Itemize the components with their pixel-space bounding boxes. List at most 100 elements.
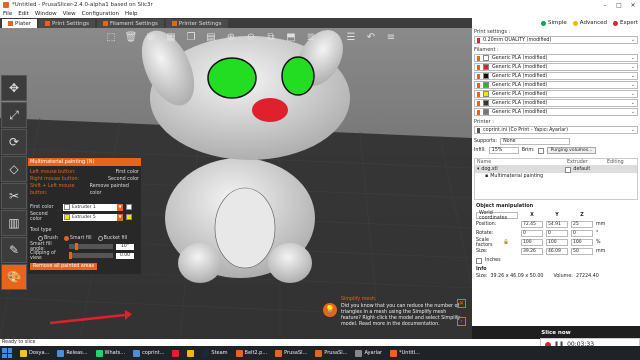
close-hint-button[interactable]: ✕ [457, 299, 466, 308]
tab-print-settings[interactable]: Print Settings [39, 19, 95, 28]
scale-y-input[interactable]: 100 [546, 239, 568, 246]
filament-select[interactable]: Generic PLA (modified) ⌄ [474, 72, 638, 80]
add-button[interactable]: ⬚ [103, 29, 119, 45]
menu-file[interactable]: File [3, 11, 12, 17]
taskbar-item[interactable]: Steam [199, 347, 230, 359]
delete-all-button[interactable]: ▣ [143, 29, 159, 45]
menu-configuration[interactable]: Configuration [82, 11, 119, 17]
taskbar-item[interactable]: PrusaSl... [272, 347, 310, 359]
delete-button[interactable]: 🗑 [123, 29, 139, 45]
tab-printer-settings[interactable]: Printer Settings [165, 19, 228, 28]
taskbar-item[interactable]: Ayarlar [352, 347, 385, 359]
filament-select[interactable]: Generic PLA (modified) ⌄ [474, 54, 638, 62]
scale-z-input[interactable]: 100 [571, 239, 593, 246]
clipping-value[interactable]: 0.00 [116, 252, 134, 259]
multimaterial-painting-tool[interactable]: 🎨 [1, 264, 27, 290]
smart-fill-radio[interactable]: Smart fill [63, 235, 92, 241]
redo-button[interactable]: ≡ [383, 29, 399, 45]
clipping-slider[interactable] [69, 252, 113, 259]
add-instance-button[interactable]: ⊕ [223, 29, 239, 45]
size-z-input[interactable]: 50 [571, 248, 593, 255]
search-button[interactable]: ⌕ [323, 29, 339, 45]
tab-plater[interactable]: Plater [2, 19, 38, 28]
infill-select[interactable]: 15% [488, 147, 519, 154]
taskbar-item[interactable]: Releas... [54, 347, 90, 359]
taskbar-item[interactable]: Dosya... [17, 347, 52, 359]
move-tool[interactable]: ✥ [1, 75, 27, 101]
undo-button[interactable]: ↶ [363, 29, 379, 45]
brim-checkbox[interactable] [537, 147, 544, 154]
variable-layer-button[interactable]: ≣ [303, 29, 319, 45]
rotation-y-input[interactable]: 0 [546, 230, 568, 237]
lock-icon[interactable]: 🔒 [503, 240, 518, 245]
print-profile-select[interactable]: 0.20mm QUALITY (modified) ⌄ [474, 36, 638, 44]
menu-edit[interactable]: Edit [18, 11, 29, 17]
rotation-z-input[interactable]: 0 [571, 230, 593, 237]
close-button[interactable]: ✕ [626, 2, 640, 9]
size-y-input[interactable]: 46.09 [546, 248, 568, 255]
position-z-input[interactable]: 25 [571, 221, 593, 228]
maximize-button[interactable]: □ [612, 2, 626, 9]
cut-tool[interactable]: ✂ [1, 183, 27, 209]
seam-painting-tool[interactable]: ✎ [1, 237, 27, 263]
inches-checkbox[interactable] [476, 257, 482, 264]
filament-select[interactable]: Generic PLA (modified) ⌄ [474, 108, 638, 116]
windows-start-icon[interactable] [2, 348, 12, 358]
scale-tool[interactable]: ⤢ [1, 102, 27, 128]
printer-select[interactable]: coprint.ini (Co Print - Yapıcı Ayarlar) ⌄ [474, 126, 638, 134]
taskbar-item[interactable]: *Untitl... [387, 347, 423, 359]
first-color-picker[interactable] [126, 204, 132, 210]
expand-icon[interactable]: ▾ [477, 167, 479, 172]
arrange-button[interactable]: ▦ [163, 29, 179, 45]
taskbar-item[interactable]: Whats... [93, 347, 129, 359]
menu-view[interactable]: View [63, 11, 76, 17]
smart-fill-angle-value[interactable]: 10° [116, 243, 134, 250]
bucket-fill-radio[interactable]: Bucket fill [97, 235, 127, 241]
split-objects-button[interactable]: ⧉ [263, 29, 279, 45]
taskbar-item[interactable]: PrusaSl... [312, 347, 350, 359]
scale-x-input[interactable]: 100 [521, 239, 543, 246]
mode-simple[interactable]: Simple [541, 20, 567, 26]
filament-select[interactable]: Generic PLA (modified) ⌄ [474, 90, 638, 98]
next-hint-button[interactable]: › [457, 317, 466, 326]
position-x-input[interactable]: 72.45 [521, 221, 543, 228]
taskbar-item[interactable]: coprint... [130, 347, 167, 359]
first-color-select[interactable]: Extruder 1 ▼ [63, 203, 123, 211]
remove-painted-button[interactable]: Remove all painted areas [30, 263, 98, 270]
second-color-picker[interactable] [126, 214, 132, 220]
size-x-input[interactable]: 39.26 [521, 248, 543, 255]
mode-expert[interactable]: Expert [612, 20, 638, 26]
filament-select[interactable]: Generic PLA (modified) ⌄ [474, 81, 638, 89]
purging-volumes-button[interactable]: Purging volumes... [546, 147, 597, 154]
minimize-button[interactable]: – [598, 2, 612, 9]
coordinate-system-select[interactable]: World coordinates [476, 211, 518, 221]
copy-button[interactable]: ❐ [183, 29, 199, 45]
place-on-face-tool[interactable]: ◇ [1, 156, 27, 182]
object-row[interactable]: ▪ Multimaterial painting [475, 173, 637, 180]
brush-radio[interactable]: Brush [38, 235, 58, 241]
filament-select[interactable]: Generic PLA (modified) ⌄ [474, 63, 638, 71]
remove-instance-button[interactable]: ⊖ [243, 29, 259, 45]
3d-viewport[interactable]: ⬚ 🗑 ▣ ▦ ❐ ▤ ⊕ ⊖ ⧉ ⬒ ≣ ⌕ ☰ ↶ ≡ ✥ ⤢ ⟳ ◇ ✂ … [0, 28, 472, 339]
rotation-x-input[interactable]: 0 [521, 230, 543, 237]
position-y-input[interactable]: 54.91 [546, 221, 568, 228]
rotate-tool[interactable]: ⟳ [1, 129, 27, 155]
object-row[interactable]: ▾ dog.stl default [475, 166, 637, 173]
object-extruder[interactable]: default [573, 167, 590, 172]
mode-advanced[interactable]: Advanced [572, 20, 607, 26]
paste-button[interactable]: ▤ [203, 29, 219, 45]
slider-handle[interactable] [69, 252, 72, 259]
filament-select[interactable]: Generic PLA (modified) ⌄ [474, 99, 638, 107]
taskbar-item[interactable] [169, 347, 182, 359]
menu-window[interactable]: Window [35, 11, 57, 17]
taskbar-item[interactable]: Belt2.p... [233, 347, 271, 359]
tab-filament-settings[interactable]: Filament Settings [97, 19, 164, 28]
taskbar-item[interactable] [184, 347, 197, 359]
paint-supports-tool[interactable]: ▥ [1, 210, 27, 236]
slider-handle[interactable] [75, 243, 79, 250]
menu-help[interactable]: Help [125, 11, 138, 17]
smart-fill-angle-slider[interactable] [69, 243, 113, 250]
second-color-select[interactable]: Extruder 5 ▼ [63, 213, 123, 221]
supports-select[interactable]: None [500, 138, 571, 145]
split-parts-button[interactable]: ⬒ [283, 29, 299, 45]
